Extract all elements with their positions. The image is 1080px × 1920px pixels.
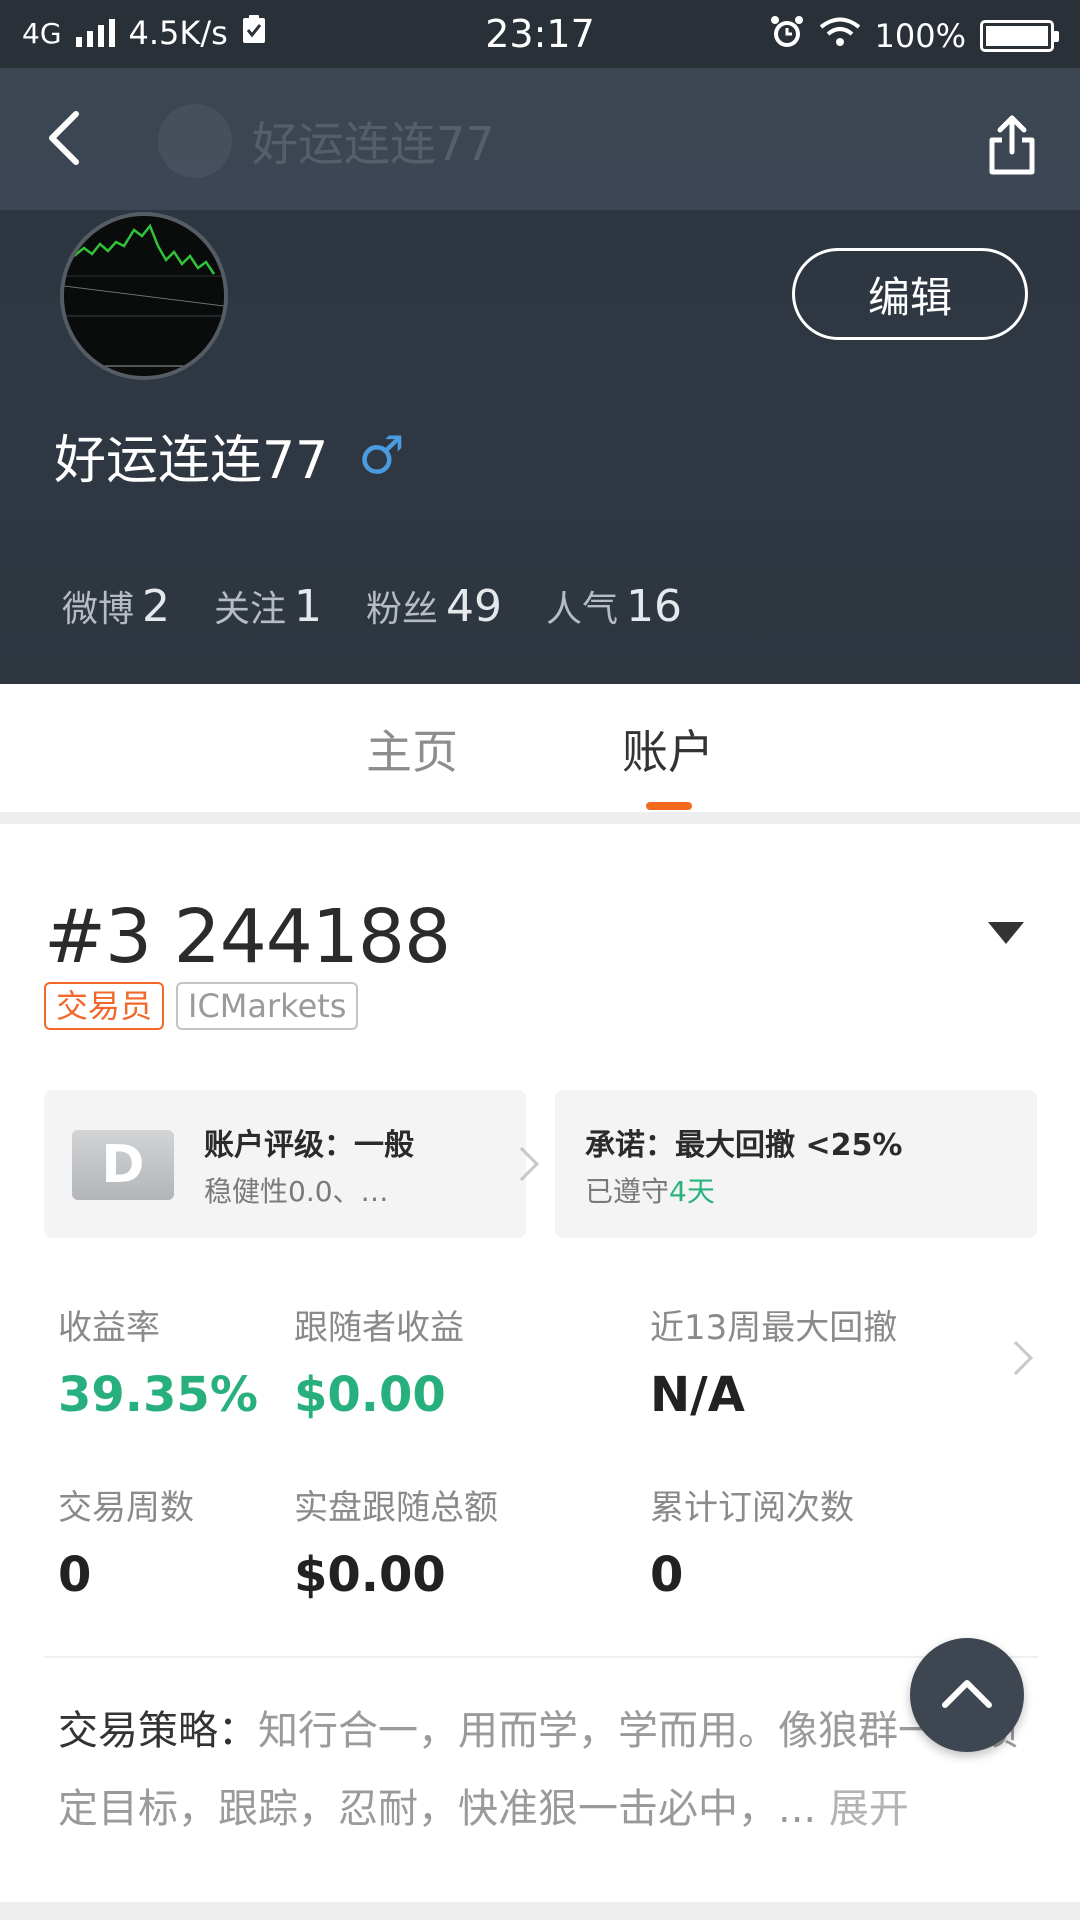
metric-value: $0.00: [294, 1367, 446, 1423]
promise-prefix: 已遵守: [585, 1175, 670, 1208]
account-rating-card[interactable]: D 账户评级：一般 稳健性0.0、…: [44, 1090, 539, 1238]
tab-account[interactable]: 账户: [622, 716, 714, 782]
expand-link[interactable]: 展开: [829, 1786, 909, 1832]
metric-return-rate: 收益率 39.35%: [58, 1300, 258, 1423]
metric-max-drawdown[interactable]: 近13周最大回撤 N/A: [650, 1300, 897, 1423]
nav-avatar: [158, 104, 232, 178]
trader-tag: 交易员: [44, 982, 165, 1030]
tab-home[interactable]: 主页: [366, 716, 458, 782]
metric-value: N/A: [650, 1367, 745, 1423]
strategy-heading: 交易策略：: [58, 1708, 258, 1754]
stat-label: 粉丝: [366, 589, 439, 630]
edit-profile-button[interactable]: 编辑: [792, 248, 1028, 340]
stat-label: 微博: [62, 589, 135, 630]
profile-header: 4G 4.5K/s 23:17 100% 好运连连77 编辑 好运连连77 ♂ …: [0, 0, 1080, 684]
profile-stats: 微博 2 关注 1 粉丝 49 人气 16: [62, 580, 726, 632]
stat-label: 关注: [214, 589, 287, 630]
avatar[interactable]: [60, 212, 228, 380]
stat-label: 人气: [546, 589, 619, 630]
dropdown-triangle-icon[interactable]: [988, 922, 1024, 944]
metric-follow-total: 实盘跟随总额 $0.00: [294, 1480, 498, 1603]
username-row: 好运连连77 ♂: [54, 418, 405, 493]
metric-label: 实盘跟随总额: [294, 1488, 498, 1528]
metric-label: 跟随者收益: [294, 1308, 464, 1348]
section-divider: [0, 1902, 1080, 1920]
nav-title: 好运连连77: [252, 117, 495, 171]
status-right: 100%: [769, 14, 1059, 58]
metric-label: 累计订阅次数: [650, 1488, 854, 1528]
rating-badge: D: [72, 1130, 174, 1200]
stat-value: 1: [294, 581, 323, 632]
share-icon[interactable]: [984, 114, 1040, 178]
tab-bar: 主页 账户: [0, 684, 1080, 812]
promise-subtitle: 已遵守4天: [585, 1170, 715, 1210]
account-number: #3 244188: [44, 894, 451, 980]
stat-value: 16: [626, 581, 683, 632]
nav-title-group: 好运连连77: [158, 104, 495, 178]
chevron-right-icon[interactable]: [999, 1341, 1033, 1375]
metric-label: 交易周数: [58, 1488, 194, 1528]
promise-days: 4天: [669, 1175, 715, 1208]
stat-following[interactable]: 关注 1: [214, 580, 322, 632]
metric-value: 0: [58, 1547, 92, 1603]
broker-tag: ICMarkets: [176, 982, 359, 1030]
promise-card[interactable]: 承诺：最大回撤 <25% 已遵守4天: [555, 1090, 1037, 1238]
navigation-bar: 好运连连77: [0, 68, 1080, 210]
metric-value: 0: [650, 1547, 684, 1603]
metric-value: $0.00: [294, 1547, 446, 1603]
trading-strategy: 交易策略：知行合一，用而学，学而用。像狼群一样锁定目标，跟踪，忍耐，快准狠一击必…: [58, 1692, 1038, 1848]
battery-percent: 100%: [874, 17, 966, 55]
metric-follower-profit: 跟随者收益 $0.00: [294, 1300, 464, 1423]
wifi-icon: [819, 16, 861, 56]
metric-trading-weeks: 交易周数 0: [58, 1480, 194, 1603]
battery-icon: [980, 20, 1059, 52]
account-tags: 交易员 ICMarkets: [44, 982, 359, 1030]
metric-value: 39.35%: [58, 1367, 258, 1423]
stat-followers[interactable]: 粉丝 49: [366, 580, 502, 632]
male-gender-icon: ♂: [358, 425, 405, 486]
metric-subscriptions: 累计订阅次数 0: [650, 1480, 854, 1603]
rating-subtitle: 稳健性0.0、…: [204, 1175, 389, 1208]
active-tab-indicator: [646, 802, 692, 810]
alarm-icon: [769, 14, 805, 58]
stat-value: 2: [142, 581, 171, 632]
stat-weibo[interactable]: 微博 2: [62, 580, 170, 632]
scroll-top-icon: [941, 1677, 993, 1713]
scroll-top-button[interactable]: [910, 1638, 1024, 1752]
username: 好运连连77: [54, 431, 329, 491]
metric-label: 近13周最大回撤: [650, 1308, 898, 1348]
screen: 4G 4.5K/s 23:17 100% 好运连连77 编辑 好运连连77 ♂ …: [0, 0, 1080, 1920]
stat-value: 49: [446, 581, 503, 632]
status-bar: 4G 4.5K/s 23:17 100%: [0, 0, 1080, 68]
chevron-right-icon: [505, 1147, 539, 1181]
stat-popularity[interactable]: 人气 16: [546, 580, 682, 632]
back-arrow-icon[interactable]: [40, 108, 100, 168]
promise-title: 承诺：最大回撤 <25%: [585, 1128, 903, 1163]
section-divider: [0, 812, 1080, 824]
metric-label: 收益率: [58, 1308, 160, 1348]
rating-title: 账户评级：一般: [204, 1128, 414, 1163]
divider: [44, 1656, 1038, 1658]
